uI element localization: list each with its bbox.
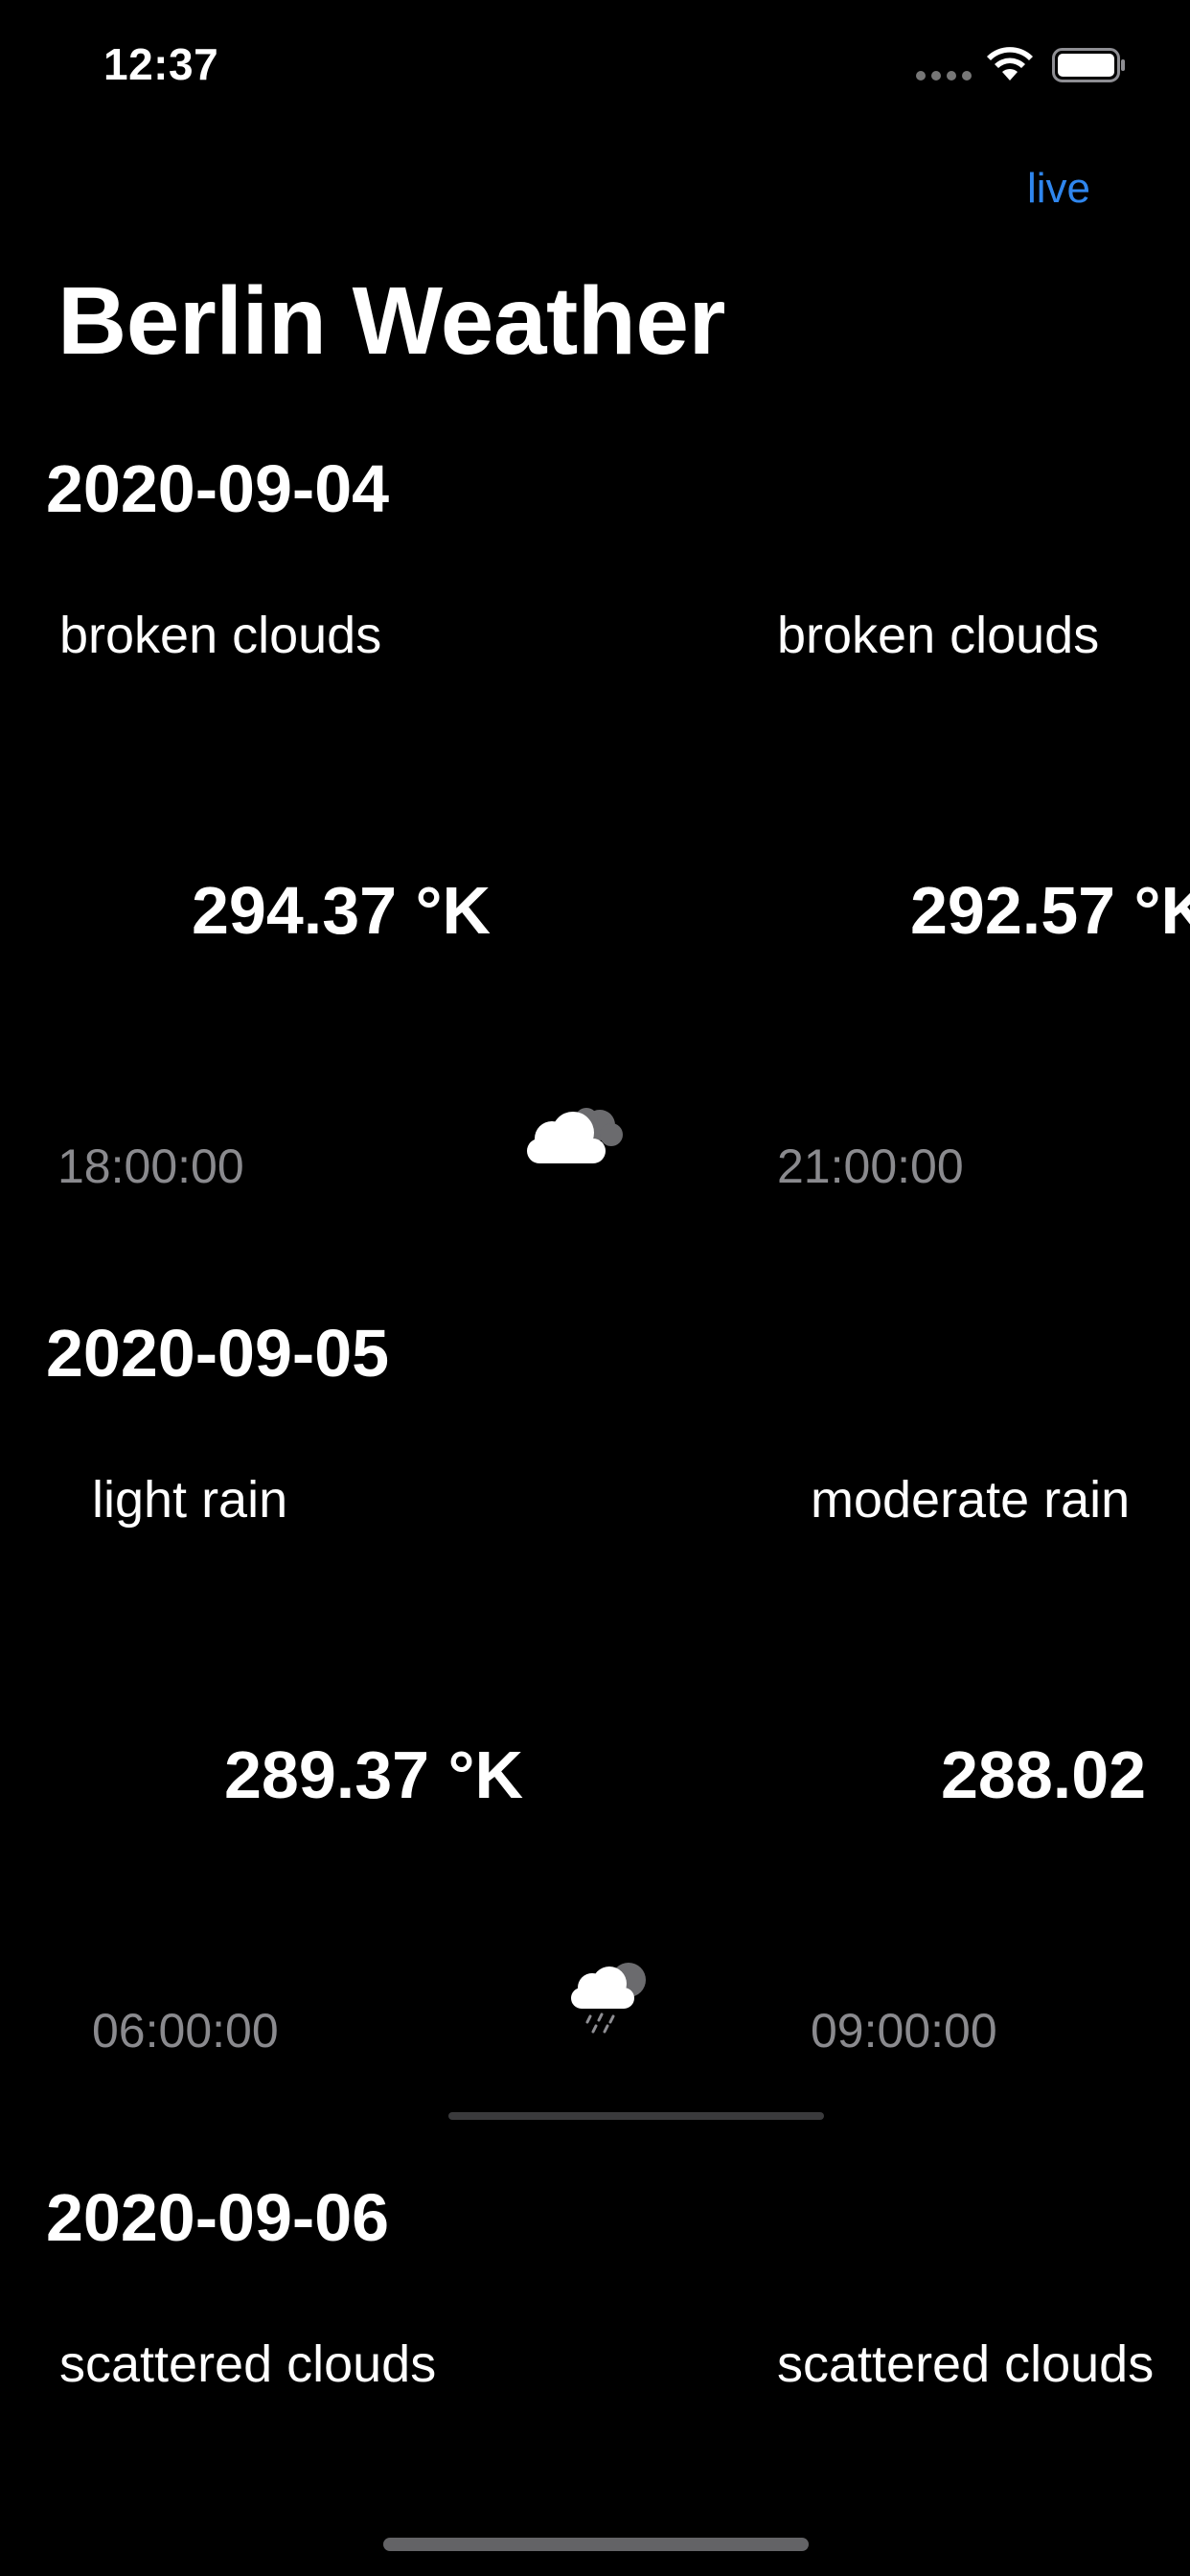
temperature: 294.37 °K (192, 873, 492, 948)
broken-clouds-icon (527, 1108, 623, 1163)
live-button[interactable]: live (1027, 165, 1090, 213)
day-section: 2020-09-06 scattered clouds scattered cl… (0, 2179, 1190, 2563)
status-bar: 12:37 (0, 0, 1190, 134)
weather-description: scattered clouds (777, 2335, 1155, 2393)
forecast-card[interactable]: scattered clouds (0, 2179, 719, 2563)
battery-icon (1052, 48, 1125, 82)
weather-description: scattered clouds (59, 2335, 437, 2393)
forecast-card[interactable]: broken clouds 292.57 °K 21:00:00 (719, 450, 1190, 1313)
cellular-signal-icon (916, 71, 972, 80)
forecast-card[interactable]: scattered clouds (719, 2179, 1190, 2563)
forecast-card[interactable]: moderate rain 288.02 09:00:00 (728, 1315, 1190, 2177)
day-section: 2020-09-04 broken clouds 294.37 °K 18:00… (0, 450, 1190, 1294)
day-section: 2020-09-05 light rain 289.37 °K 06:00:00… (0, 1315, 1190, 2158)
status-time: 12:37 (103, 39, 219, 89)
weather-description: broken clouds (59, 607, 382, 664)
weather-description: moderate rain (811, 1471, 1131, 1529)
temperature: 289.37 °K (224, 1737, 524, 1812)
temperature: 288.02 (941, 1737, 1147, 1812)
forecast-time: 18:00:00 (57, 1139, 244, 1193)
forecast-time: 09:00:00 (811, 2004, 997, 2058)
weather-description: light rain (92, 1471, 288, 1529)
forecast-card[interactable]: light rain 289.37 °K 06:00:00 (0, 1315, 728, 2177)
forecast-card[interactable]: broken clouds 294.37 °K 18:00:00 (0, 450, 719, 1313)
page-title: Berlin Weather (57, 267, 725, 375)
forecast-time: 21:00:00 (777, 1139, 964, 1193)
light-rain-icon (571, 1963, 646, 2034)
wifi-icon (987, 47, 1033, 80)
horizontal-scroll-indicator[interactable] (448, 2112, 824, 2120)
weather-description: broken clouds (777, 607, 1100, 664)
forecast-time: 06:00:00 (92, 2004, 279, 2058)
home-indicator[interactable] (383, 2538, 809, 2551)
temperature: 292.57 °K (910, 873, 1190, 948)
